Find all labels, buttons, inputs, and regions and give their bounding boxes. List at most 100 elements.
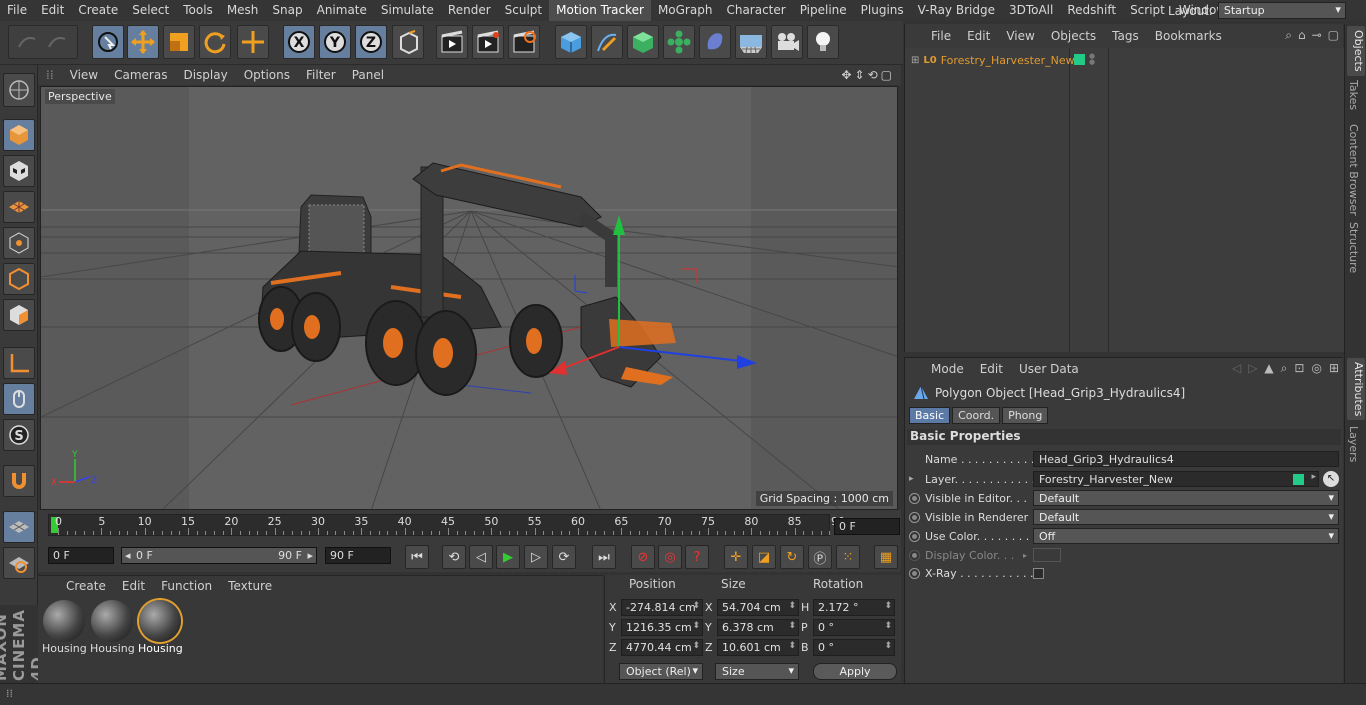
menu-motion-tracker[interactable]: Motion Tracker [549,0,651,21]
viewport-menu-view[interactable]: View [62,68,106,82]
link-icon[interactable]: ⊸ [1312,28,1322,43]
current-frame-field[interactable]: 0 F [834,518,900,535]
pen-spline-icon[interactable] [591,25,623,59]
attribute-menu-mode[interactable]: Mode [923,362,972,376]
cube-primitive-icon[interactable] [555,25,587,59]
up-arrow-icon[interactable]: ▲ [1264,361,1273,376]
home-icon[interactable]: ⌂ [1298,28,1306,43]
tab-layers[interactable]: Layers [1347,422,1360,466]
recent-tools-icon[interactable] [237,25,269,59]
menu-render[interactable]: Render [441,0,498,21]
autokey-icon[interactable]: ◎ [658,545,682,569]
layer-color-swatch[interactable] [1074,54,1085,65]
tab-content-browser[interactable]: Content Browser [1347,120,1360,220]
animate-radio-icon[interactable] [909,567,920,579]
material-menu-texture[interactable]: Texture [220,579,280,593]
size-z-field[interactable]: 10.601 cm [717,639,799,656]
visible-renderer-dropdown[interactable]: Default [1033,509,1339,525]
menu-sculpt[interactable]: Sculpt [498,0,549,21]
next-key-icon[interactable]: ⟳ [552,545,576,569]
go-to-start-icon[interactable]: ⏮ [405,545,429,569]
frame-range-slider[interactable]: ◂ 0 F 90 F ▸ [121,547,317,564]
back-arrow-icon[interactable]: ◁ [1232,361,1241,376]
viewport-perspective[interactable]: Y X Z Perspective Grid Spacing : 1000 cm [40,86,898,510]
tab-takes[interactable]: Takes [1347,76,1360,114]
menu-tools[interactable]: Tools [176,0,220,21]
tab-structure[interactable]: Structure [1347,218,1360,277]
object-menu-tags[interactable]: Tags [1104,29,1147,43]
viewport-menu-options[interactable]: Options [236,68,298,82]
rotation-y-field[interactable]: 0 ° [813,619,895,636]
key-rotation-icon[interactable]: ↻ [780,545,804,569]
size-mode-dropdown[interactable]: Size [715,663,799,680]
live-selection-icon[interactable] [92,25,124,59]
menu-snap[interactable]: Snap [265,0,309,21]
position-y-field[interactable]: 1216.35 cm [621,619,703,636]
floor-environment-icon[interactable] [735,25,767,59]
start-frame-field[interactable]: 0 F [48,547,114,564]
x-axis-lock-icon[interactable]: X [283,25,315,59]
menu-pipeline[interactable]: Pipeline [793,0,854,21]
menu-v-ray-bridge[interactable]: V-Ray Bridge [911,0,1002,21]
tab-phong[interactable]: Phong [1002,407,1049,424]
animate-radio-icon[interactable] [909,530,920,542]
deformer-icon[interactable] [699,25,731,59]
menu-redshift[interactable]: Redshift [1060,0,1123,21]
light-icon[interactable] [807,25,839,59]
render-view-icon[interactable] [436,25,468,59]
axis-mode-icon[interactable] [3,347,35,379]
timeline-window-icon[interactable]: ▦ [874,545,898,569]
key-position-icon[interactable]: ✛ [724,545,748,569]
visible-editor-dropdown[interactable]: Default [1033,490,1339,506]
tab-coord[interactable]: Coord. [952,407,1001,424]
material-menu-create[interactable]: Create [58,579,114,593]
material-menu-edit[interactable]: Edit [114,579,153,593]
object-menu-view[interactable]: View [998,29,1042,43]
forward-arrow-icon[interactable]: ▷ [1248,361,1257,376]
menu-animate[interactable]: Animate [310,0,374,21]
search-icon[interactable]: ⌕ [1285,28,1292,43]
menu-script[interactable]: Script [1123,0,1172,21]
layer-arrow-icon[interactable]: ▸ [1311,472,1316,482]
tab-objects[interactable]: Objects [1347,26,1365,76]
menu-plugins[interactable]: Plugins [854,0,911,21]
object-menu-bookmarks[interactable]: Bookmarks [1147,29,1230,43]
polygons-mode-icon[interactable] [3,299,35,331]
camera-icon[interactable] [771,25,803,59]
subdivision-surface-icon[interactable] [627,25,659,59]
coordinate-mode-dropdown[interactable]: Object (Rel) [619,663,703,680]
viewport-menu-display[interactable]: Display [175,68,235,82]
render-to-picture-viewer-icon[interactable] [472,25,504,59]
cloner-icon[interactable] [663,25,695,59]
layer-field[interactable]: Forestry_Harvester_New ▸ [1033,471,1319,487]
key-scale-icon[interactable]: ◪ [752,545,776,569]
menu-3dtoall[interactable]: 3DToAll [1002,0,1060,21]
viewport-menu-filter[interactable]: Filter [298,68,344,82]
viewport-menu-cameras[interactable]: Cameras [106,68,175,82]
tab-attributes[interactable]: Attributes [1347,358,1365,421]
apply-button[interactable]: Apply [813,663,897,680]
render-settings-icon[interactable] [508,25,540,59]
workplane-mode-icon[interactable] [3,191,35,223]
viewport-camera-label[interactable]: Perspective [45,89,115,104]
material-swatch[interactable]: Housing [90,600,134,657]
rotate-tool-icon[interactable] [199,25,231,59]
move-tool-icon[interactable] [127,25,159,59]
expand-icon[interactable]: ⊞ [911,55,919,66]
material-menu-function[interactable]: Function [153,579,220,593]
timeline-ruler[interactable]: 051015202530354045505560657075808590 [48,514,845,536]
attribute-menu-edit[interactable]: Edit [972,362,1011,376]
lock-icon[interactable]: ⊡ [1294,361,1304,376]
menu-edit[interactable]: Edit [34,0,71,21]
xray-checkbox[interactable] [1033,567,1044,579]
scale-tool-icon[interactable] [163,25,195,59]
animate-radio-icon[interactable] [909,511,920,523]
previous-key-icon[interactable]: ⟲ [442,545,466,569]
object-menu-edit[interactable]: Edit [959,29,998,43]
tree-item-harvester[interactable]: ⊞ L0 Forestry_Harvester_New [911,52,1075,68]
menu-simulate[interactable]: Simulate [374,0,441,21]
y-axis-lock-icon[interactable]: Y [319,25,351,59]
menu-select[interactable]: Select [125,0,176,21]
record-keys-icon[interactable]: ⊘ [631,545,655,569]
layer-expand-icon[interactable]: ▸ [909,474,925,484]
